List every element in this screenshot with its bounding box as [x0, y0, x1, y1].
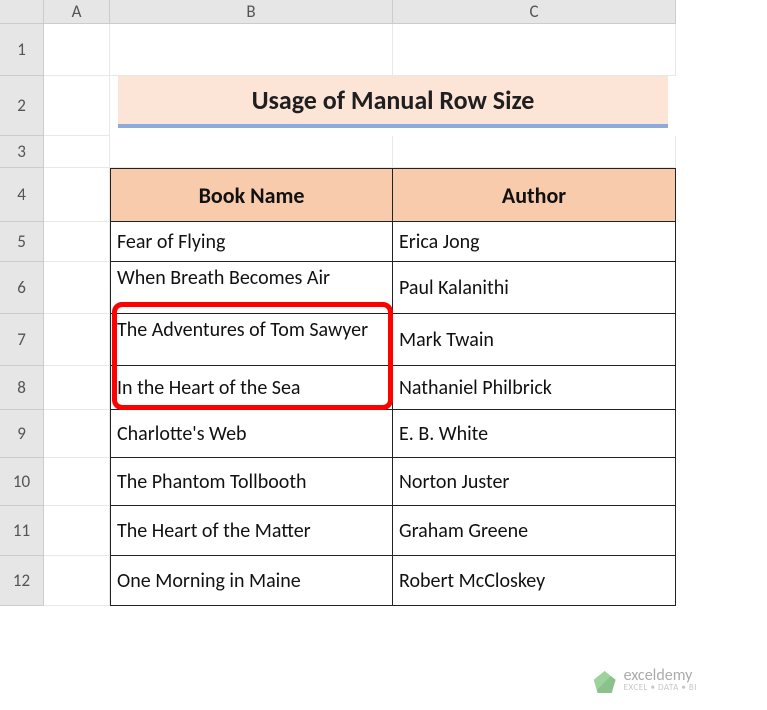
- row-header-9[interactable]: 9: [0, 410, 44, 458]
- cell-A6[interactable]: [44, 262, 110, 314]
- cell-A9[interactable]: [44, 410, 110, 458]
- row-header-6[interactable]: 6: [0, 262, 44, 314]
- row-header-3[interactable]: 3: [0, 136, 44, 168]
- cell-book-3[interactable]: The Adventures of Tom Sawyer: [110, 314, 393, 366]
- row-header-1[interactable]: 1: [0, 24, 44, 76]
- spreadsheet-grid: A B C 1 2 3 4 5 6 7 8 9 10 11 12 Usage o…: [0, 0, 767, 606]
- row-header-12[interactable]: 12: [0, 556, 44, 606]
- table-header-book[interactable]: Book Name: [110, 168, 393, 222]
- sheet-title[interactable]: Usage of Manual Row Size: [118, 76, 668, 128]
- watermark-tagline: EXCEL • DATA • BI: [624, 682, 697, 694]
- cell-author-7[interactable]: Graham Greene: [393, 506, 676, 556]
- cell-book-8[interactable]: One Morning in Maine: [110, 556, 393, 606]
- cell-A11[interactable]: [44, 506, 110, 556]
- logo-icon: [594, 671, 616, 693]
- watermark: exceldemy EXCEL • DATA • BI: [594, 670, 697, 694]
- col-header-C[interactable]: C: [393, 0, 676, 24]
- row-header-5[interactable]: 5: [0, 222, 44, 262]
- cell-book-1[interactable]: Fear of Flying: [110, 222, 393, 262]
- cell-A1[interactable]: [44, 24, 110, 76]
- cell-A5[interactable]: [44, 222, 110, 262]
- col-header-B[interactable]: B: [110, 0, 393, 24]
- cell-book-2[interactable]: When Breath Becomes Air: [110, 262, 393, 314]
- row-header-4[interactable]: 4: [0, 168, 44, 222]
- cell-A10[interactable]: [44, 458, 110, 506]
- row-header-11[interactable]: 11: [0, 506, 44, 556]
- cell-author-3[interactable]: Mark Twain: [393, 314, 676, 366]
- row-header-7[interactable]: 7: [0, 314, 44, 366]
- cell-author-6[interactable]: Norton Juster: [393, 458, 676, 506]
- cell-A3[interactable]: [44, 136, 110, 168]
- cell-A2[interactable]: [44, 76, 110, 136]
- row-header-2[interactable]: 2: [0, 76, 44, 136]
- cell-C1[interactable]: [393, 24, 676, 76]
- cell-book-4[interactable]: In the Heart of the Sea: [110, 366, 393, 410]
- select-all-corner[interactable]: [0, 0, 44, 24]
- cell-book-6[interactable]: The Phantom Tollbooth: [110, 458, 393, 506]
- cell-author-1[interactable]: Erica Jong: [393, 222, 676, 262]
- cell-author-2[interactable]: Paul Kalanithi: [393, 262, 676, 314]
- cell-author-5[interactable]: E. B. White: [393, 410, 676, 458]
- cell-B1[interactable]: [110, 24, 393, 76]
- cell-A4[interactable]: [44, 168, 110, 222]
- row-header-10[interactable]: 10: [0, 458, 44, 506]
- cell-A7[interactable]: [44, 314, 110, 366]
- row-header-8[interactable]: 8: [0, 366, 44, 410]
- col-header-A[interactable]: A: [44, 0, 110, 24]
- cell-author-4[interactable]: Nathaniel Philbrick: [393, 366, 676, 410]
- cell-B3[interactable]: [110, 136, 393, 168]
- cell-book-7[interactable]: The Heart of the Matter: [110, 506, 393, 556]
- watermark-brand: exceldemy: [624, 670, 697, 682]
- table-header-author[interactable]: Author: [393, 168, 676, 222]
- cell-book-5[interactable]: Charlotte's Web: [110, 410, 393, 458]
- cell-C3[interactable]: [393, 136, 676, 168]
- cell-A8[interactable]: [44, 366, 110, 410]
- cell-A12[interactable]: [44, 556, 110, 606]
- cell-author-8[interactable]: Robert McCloskey: [393, 556, 676, 606]
